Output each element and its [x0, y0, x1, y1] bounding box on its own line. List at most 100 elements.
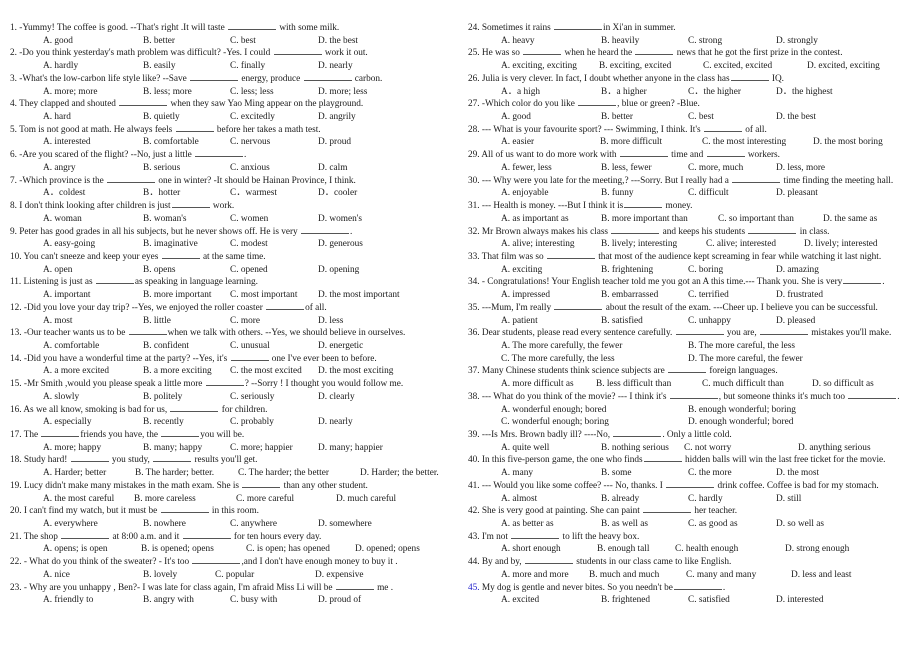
- answer-blank[interactable]: [578, 99, 617, 107]
- answer-blank[interactable]: [128, 328, 167, 336]
- option-c[interactable]: C. popular: [215, 569, 315, 582]
- option-d[interactable]: D. the most exciting: [318, 365, 393, 378]
- answer-blank[interactable]: [643, 455, 682, 463]
- answer-blank[interactable]: [190, 73, 239, 81]
- option-b[interactable]: B. frightened: [601, 594, 688, 607]
- option-a[interactable]: A. hardly: [43, 60, 143, 73]
- option-a[interactable]: A. open: [43, 264, 143, 277]
- option-c[interactable]: C. boring: [688, 264, 776, 277]
- answer-blank[interactable]: [703, 124, 742, 132]
- option-b[interactable]: B. enough tall: [597, 543, 675, 556]
- answer-blank[interactable]: [300, 226, 349, 234]
- option-b[interactable]: B. less difficult than: [596, 378, 702, 391]
- option-b[interactable]: B. opens: [143, 264, 230, 277]
- option-a[interactable]: A. important: [43, 289, 143, 302]
- option-b[interactable]: B. less; more: [143, 86, 230, 99]
- option-a[interactable]: A. everywhere: [43, 518, 143, 531]
- option-c[interactable]: C. best: [688, 111, 776, 124]
- option-c[interactable]: C. more: [230, 315, 318, 328]
- option-a[interactable]: A. heavy: [501, 35, 601, 48]
- option-d[interactable]: D. calm: [318, 162, 347, 175]
- option-d[interactable]: D. amazing: [776, 264, 819, 277]
- answer-blank[interactable]: [171, 200, 210, 209]
- answer-blank[interactable]: [546, 251, 595, 259]
- option-b[interactable]: B. lovely: [143, 569, 215, 582]
- option-c[interactable]: C. not worry: [684, 442, 798, 455]
- option-c[interactable]: C. terrified: [688, 289, 776, 302]
- option-b[interactable]: B. better: [143, 35, 230, 48]
- option-c[interactable]: C. The more carefully, the less: [501, 353, 688, 366]
- answer-blank[interactable]: [554, 22, 603, 30]
- option-c[interactable]: C. the most excited: [230, 365, 318, 378]
- option-a[interactable]: A. good: [43, 35, 143, 48]
- option-b[interactable]: B. The harder; better.: [135, 467, 238, 480]
- answer-blank[interactable]: [61, 531, 110, 539]
- option-b[interactable]: B. nothing serious: [601, 442, 684, 455]
- option-d[interactable]: D. the most boring: [813, 136, 883, 149]
- option-a[interactable]: A. hard: [43, 111, 143, 124]
- option-a[interactable]: A. slowly: [43, 391, 143, 404]
- option-b[interactable]: B. imaginative: [143, 238, 230, 251]
- option-a[interactable]: A. as better as: [501, 518, 601, 531]
- answer-blank[interactable]: [230, 353, 269, 361]
- option-b[interactable]: B. quietly: [143, 111, 230, 124]
- option-b[interactable]: B．a higher: [601, 86, 688, 99]
- option-a[interactable]: A. wonderful enough; bored: [501, 404, 688, 417]
- option-c[interactable]: C. the most interesting: [702, 136, 813, 149]
- option-c[interactable]: C. excitedly: [230, 111, 318, 124]
- option-d[interactable]: D. expensive: [315, 569, 364, 582]
- option-c[interactable]: C. more careful: [236, 493, 336, 506]
- option-a[interactable]: A. comfortable: [43, 340, 143, 353]
- option-c[interactable]: C. much difficult than: [702, 378, 812, 391]
- option-d[interactable]: D．the highest: [776, 86, 833, 99]
- option-d[interactable]: D. frustrated: [776, 289, 823, 302]
- option-d[interactable]: D. opening: [318, 264, 359, 277]
- option-c[interactable]: C. health enough: [675, 543, 785, 556]
- option-b[interactable]: B. nowhere: [143, 518, 230, 531]
- answer-blank[interactable]: [161, 251, 200, 259]
- option-d[interactable]: D. strongly: [776, 35, 818, 48]
- option-a[interactable]: A. nice: [43, 569, 143, 582]
- option-c[interactable]: C．warmest: [230, 187, 318, 200]
- answer-blank[interactable]: [524, 557, 573, 565]
- option-b[interactable]: B. little: [143, 315, 230, 328]
- option-c[interactable]: C. many and many: [686, 569, 791, 582]
- answer-blank[interactable]: [748, 226, 797, 234]
- option-a[interactable]: A．coldest: [43, 187, 143, 200]
- option-c[interactable]: C. hardly: [688, 493, 776, 506]
- answer-blank[interactable]: [669, 391, 718, 399]
- option-b[interactable]: B．hotter: [143, 187, 230, 200]
- option-c[interactable]: C. the more: [688, 467, 776, 480]
- answer-blank[interactable]: [119, 99, 168, 107]
- answer-blank[interactable]: [675, 328, 724, 336]
- option-a[interactable]: A. a more excited: [43, 365, 143, 378]
- option-b[interactable]: B. exciting, excited: [599, 60, 703, 73]
- option-a[interactable]: A. more difficult as: [501, 378, 596, 391]
- answer-blank[interactable]: [192, 557, 241, 565]
- option-a[interactable]: A. the most careful: [43, 493, 134, 506]
- option-b[interactable]: B. woman's: [143, 213, 230, 226]
- option-c[interactable]: C. less; less: [230, 86, 318, 99]
- option-a[interactable]: A. most: [43, 315, 143, 328]
- option-c[interactable]: C. as good as: [688, 518, 776, 531]
- option-a[interactable]: A. almost: [501, 493, 601, 506]
- option-a[interactable]: A. many: [501, 467, 601, 480]
- option-d[interactable]: D. excited, exciting: [807, 60, 880, 73]
- option-a[interactable]: A. good: [501, 111, 601, 124]
- option-d[interactable]: D. more; less: [318, 86, 367, 99]
- option-d[interactable]: D. interested: [776, 594, 824, 607]
- option-a[interactable]: A. Harder; better: [43, 467, 135, 480]
- option-b[interactable]: B. more difficult: [600, 136, 702, 149]
- answer-blank[interactable]: [242, 480, 281, 488]
- option-d[interactable]: D. the best: [318, 35, 358, 48]
- answer-blank[interactable]: [619, 150, 668, 158]
- option-d[interactable]: D．cooler: [318, 187, 357, 200]
- option-c[interactable]: C. difficult: [688, 187, 776, 200]
- option-b[interactable]: B. funny: [601, 187, 688, 200]
- option-b[interactable]: B. more important than: [601, 213, 718, 226]
- answer-blank[interactable]: [41, 429, 80, 437]
- answer-blank[interactable]: [554, 302, 603, 310]
- option-c[interactable]: C. most important: [230, 289, 318, 302]
- answer-blank[interactable]: [843, 277, 882, 285]
- answer-blank[interactable]: [643, 506, 692, 514]
